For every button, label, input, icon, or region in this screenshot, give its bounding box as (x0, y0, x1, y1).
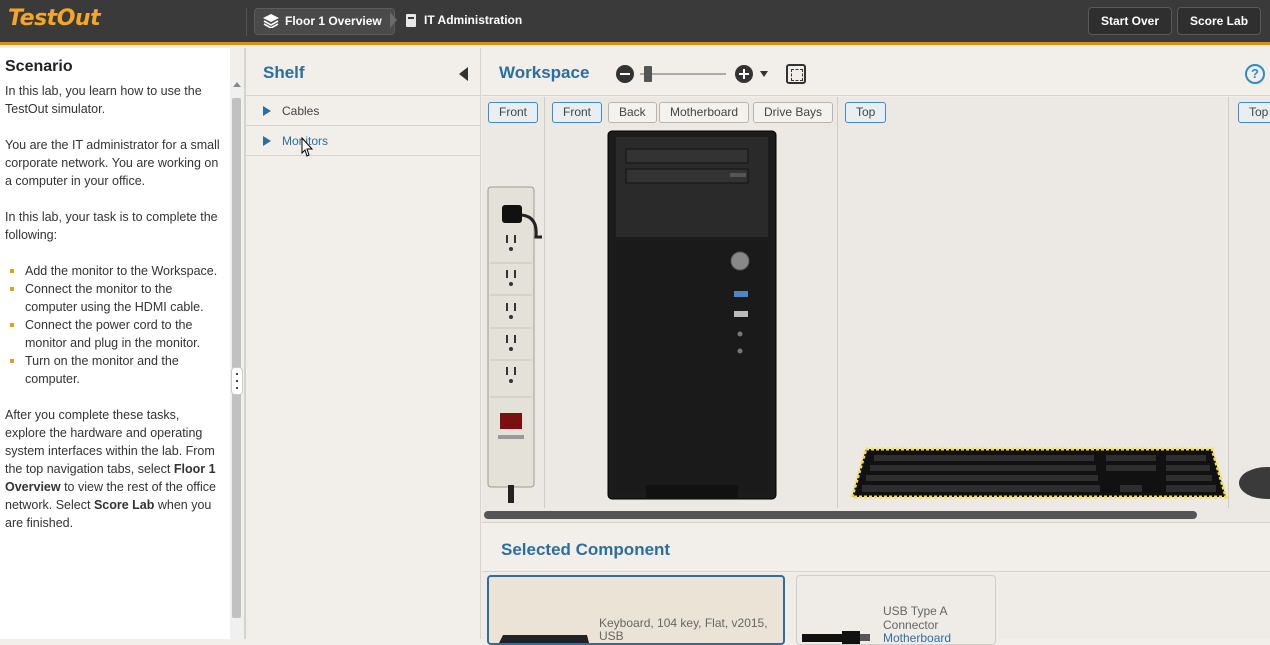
chevron-right-icon (390, 12, 397, 28)
scenario-task-intro: In this lab, your task is to complete th… (5, 210, 218, 242)
usb-connector-icon (802, 631, 870, 644)
panel-resize-handle[interactable] (231, 367, 243, 395)
view-top-button[interactable]: Top (845, 102, 887, 123)
selected-component-title: Selected Component (501, 540, 671, 559)
tab-it-administration[interactable]: IT Administration (406, 8, 522, 35)
zoom-slider-handle[interactable] (644, 66, 652, 82)
view-front-button[interactable]: Front (488, 102, 539, 123)
scrollbar-thumb[interactable] (232, 98, 241, 618)
scenario-context: You are the IT administrator for a small… (5, 138, 220, 188)
fit-to-screen-icon[interactable] (786, 64, 806, 84)
task-item: Connect the power cord to the monitor an… (5, 316, 220, 352)
workspace-header: Workspace ? (482, 48, 1270, 96)
task-list: Add the monitor to the Workspace. Connec… (5, 262, 230, 388)
scenario-intro: In this lab, you learn how to use the Te… (5, 84, 202, 116)
scrollbar-thumb[interactable] (484, 511, 1197, 519)
scenario-title: Scenario (5, 58, 73, 75)
component-card-keyboard[interactable]: Keyboard, 104 key, Flat, v2015, USB (487, 575, 785, 645)
zoom-out-icon[interactable] (616, 65, 634, 83)
task-item: Connect the monitor to the computer usin… (5, 280, 220, 316)
testout-logo: TestOut (8, 6, 101, 31)
computer-tower[interactable] (606, 129, 778, 503)
keyboard[interactable] (844, 445, 1230, 503)
computer-icon (406, 14, 416, 27)
shelf-item-cables[interactable]: Cables (246, 96, 480, 126)
shelf-header: Shelf (246, 48, 480, 96)
view-drive-bays-button[interactable]: Drive Bays (753, 102, 834, 123)
divider (246, 8, 247, 36)
tab-label: Floor 1 Overview (285, 14, 382, 28)
top-bar: TestOut Floor 1 Overview IT Administrati… (0, 0, 1270, 45)
scenario-outro: After you complete these tasks, explore … (5, 408, 217, 530)
shelf-panel: Shelf Cables Monitors (246, 48, 481, 639)
layers-icon (263, 14, 279, 28)
score-lab-button[interactable]: Score Lab (1177, 7, 1262, 35)
workspace-canvas[interactable]: Front Front Back Motherboard Drive Bays … (482, 97, 1270, 508)
view-front-button[interactable]: Front (552, 102, 603, 123)
task-item: Add the monitor to the Workspace. (5, 262, 220, 280)
view-top-button[interactable]: Top (1238, 102, 1270, 123)
workspace-horizontal-scrollbar[interactable] (482, 508, 1270, 522)
selected-component-area: Keyboard, 104 key, Flat, v2015, USB USB … (482, 573, 1270, 645)
shelf-title: Shelf (263, 63, 305, 82)
zoom-slider-track[interactable] (640, 73, 726, 75)
tab-floor-1-overview[interactable]: Floor 1 Overview (254, 8, 395, 35)
collapse-left-icon[interactable] (459, 67, 468, 81)
scenario-scrollbar[interactable] (230, 80, 243, 639)
tab-label: IT Administration (424, 13, 523, 27)
scroll-up-icon[interactable] (233, 82, 241, 87)
chevron-down-icon[interactable] (760, 71, 768, 77)
selected-component-header: Selected Component (482, 522, 1270, 572)
zoom-in-icon[interactable] (735, 65, 753, 83)
connector-type: USB Type A (883, 604, 948, 618)
expand-icon[interactable] (263, 106, 271, 116)
power-strip[interactable] (486, 185, 546, 505)
task-item: Turn on the monitor and the computer. (5, 352, 220, 388)
mouse-pointer-icon (301, 137, 314, 157)
help-icon[interactable]: ? (1245, 64, 1265, 84)
shelf-item-monitors[interactable]: Monitors (246, 126, 480, 156)
mouse[interactable] (1237, 463, 1270, 503)
keyboard-thumbnail (499, 635, 589, 643)
shelf-item-label: Cables (282, 104, 320, 118)
start-over-button[interactable]: Start Over (1088, 7, 1173, 35)
scenario-panel: Scenario In this lab, you learn how to u… (0, 48, 230, 639)
view-back-button[interactable]: Back (608, 102, 657, 123)
workspace-title: Workspace (499, 63, 590, 82)
component-card-connector[interactable]: USB Type A Connector Motherboard (796, 575, 996, 645)
view-motherboard-button[interactable]: Motherboard (659, 102, 750, 123)
expand-icon[interactable] (263, 136, 271, 146)
component-description: Keyboard, 104 key, Flat, v2015, USB (599, 616, 768, 643)
divider (837, 97, 838, 508)
